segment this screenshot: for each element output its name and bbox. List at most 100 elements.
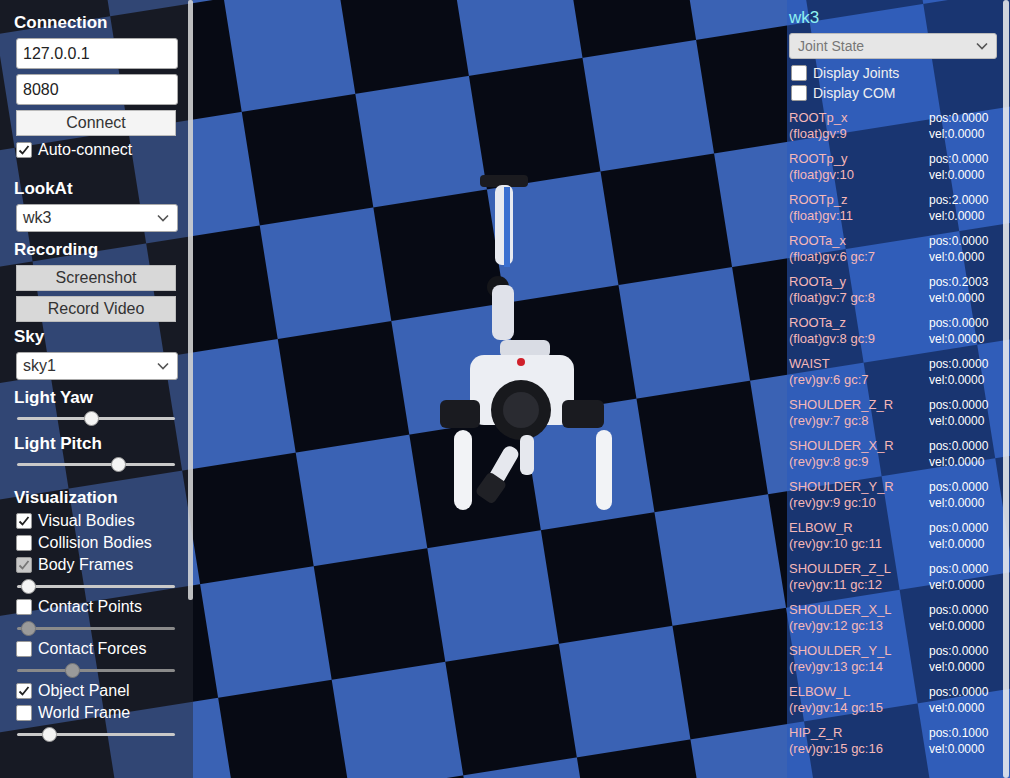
slider[interactable] [17,726,175,742]
lookat-select[interactable]: wk3 [16,204,178,232]
joint-vel: vel:0.0000 [929,331,988,347]
joint-vel: vel:0.0000 [929,700,988,716]
slider[interactable] [17,410,175,426]
joint-info: (rev)gv:12 gc:13 [789,618,929,634]
visualization-checkbox[interactable]: Collision Bodies [16,534,193,552]
connection-heading: Connection [14,13,193,33]
slider-thumb[interactable] [42,727,57,742]
joint-pos: pos:0.0000 [929,643,988,659]
checkbox[interactable] [16,142,32,158]
joint-name: ROOTp_y [789,151,929,167]
joint-info: (float)gv:6 gc:7 [789,249,929,265]
port-input[interactable] [16,74,178,105]
joint-name: SHOULDER_X_L [789,602,929,618]
joint-list: ROOTp_x (float)gv:9 pos:0.0000 vel:0.000… [789,109,998,765]
slider-thumb[interactable] [21,579,36,594]
joint-name: ELBOW_R [789,520,929,536]
scrollbar[interactable] [1003,0,1009,778]
joint-vel: vel:0.0000 [929,126,988,142]
joint-info: (rev)gv:6 gc:7 [789,372,929,388]
joint-pos: pos:0.0000 [929,356,988,372]
display-option-checkbox[interactable]: Display COM [791,85,998,101]
slider-thumb[interactable] [65,663,80,678]
joint-info: (rev)gv:8 gc:9 [789,454,929,470]
joint-row: ELBOW_L (rev)gv:14 gc:15 pos:0.0000 vel:… [789,683,998,724]
joint-row: HIP_Z_R (rev)gv:15 gc:16 pos:0.1000 vel:… [789,724,998,765]
joint-info: (rev)gv:7 gc:8 [789,413,929,429]
joint-row: ROOTa_z (float)gv:8 gc:9 pos:0.0000 vel:… [789,314,998,355]
view-select[interactable]: Joint State [789,33,997,59]
checkbox[interactable] [16,683,32,699]
checkbox[interactable] [16,535,32,551]
joint-vel: vel:0.0000 [929,208,988,224]
checkbox[interactable] [16,599,32,615]
joint-pos: pos:0.0000 [929,315,988,331]
joint-info: (float)gv:9 [789,126,929,142]
check-icon [17,143,31,157]
visualization-checkbox[interactable]: Body Frames [16,556,193,574]
joint-info: (float)gv:7 gc:8 [789,290,929,306]
scrollbar[interactable] [188,0,193,600]
checkbox[interactable] [791,85,807,101]
joint-row: SHOULDER_Z_L (rev)gv:11 gc:12 pos:0.0000… [789,560,998,601]
connect-button[interactable]: Connect [16,110,176,136]
lookat-heading: LookAt [14,179,193,199]
visualization-checkbox[interactable]: Object Panel [16,682,193,700]
joint-row: SHOULDER_Y_L (rev)gv:13 gc:14 pos:0.0000… [789,642,998,683]
checkbox[interactable] [16,513,32,529]
joint-name: ROOTa_y [789,274,929,290]
joint-info: (rev)gv:14 gc:15 [789,700,929,716]
joint-row: ELBOW_R (rev)gv:10 gc:11 pos:0.0000 vel:… [789,519,998,560]
joint-row: ROOTp_x (float)gv:9 pos:0.0000 vel:0.000… [789,109,998,150]
visualization-checkbox[interactable]: Contact Points [16,598,193,616]
checkbox[interactable] [16,641,32,657]
joint-vel: vel:0.0000 [929,413,988,429]
joint-pos: pos:2.0000 [929,192,988,208]
recording-button[interactable]: Record Video [16,296,176,322]
slider-thumb[interactable] [84,411,99,426]
joint-row: SHOULDER_X_R (rev)gv:8 gc:9 pos:0.0000 v… [789,437,998,478]
sky-heading: Sky [14,327,193,347]
joint-name: SHOULDER_X_R [789,438,929,454]
slider[interactable] [17,662,175,678]
joint-vel: vel:0.0000 [929,290,988,306]
display-option-checkbox[interactable]: Display Joints [791,65,998,81]
joint-row: ROOTa_y (float)gv:7 gc:8 pos:0.2003 vel:… [789,273,998,314]
joint-row: ROOTa_x (float)gv:6 gc:7 pos:0.0000 vel:… [789,232,998,273]
joint-pos: pos:0.0000 [929,397,988,413]
visualization-checkbox[interactable]: Visual Bodies [16,512,193,530]
chevron-down-icon [157,214,169,222]
joint-info: (float)gv:8 gc:9 [789,331,929,347]
sky-select[interactable]: sky1 [16,352,178,380]
joint-row: ROOTp_y (float)gv:10 pos:0.0000 vel:0.00… [789,150,998,191]
joint-name: SHOULDER_Z_R [789,397,929,413]
host-input[interactable] [16,38,178,69]
slider[interactable] [17,578,175,594]
joint-pos: pos:0.0000 [929,151,988,167]
recording-heading: Recording [14,240,193,260]
slider[interactable] [17,620,175,636]
checkbox[interactable] [16,557,32,573]
joint-vel: vel:0.0000 [929,372,988,388]
slider-thumb[interactable] [21,621,36,636]
joint-info: (rev)gv:13 gc:14 [789,659,929,675]
joint-name: HIP_Z_R [789,725,929,741]
checkbox[interactable] [791,65,807,81]
recording-button[interactable]: Screenshot [16,265,176,291]
auto-connect-checkbox[interactable]: Auto-connect [16,141,193,159]
slider-thumb[interactable] [111,457,126,472]
joint-info: (rev)gv:10 gc:11 [789,536,929,552]
joint-row: ROOTp_z (float)gv:11 pos:2.0000 vel:0.00… [789,191,998,232]
chevron-down-icon [157,362,169,370]
check-icon [17,684,31,698]
checkbox[interactable] [16,705,32,721]
joint-vel: vel:0.0000 [929,577,988,593]
joint-vel: vel:0.0000 [929,741,988,757]
visualization-checkbox[interactable]: Contact Forces [16,640,193,658]
chevron-down-icon [976,42,988,50]
slider[interactable] [17,456,175,472]
visualization-checkbox[interactable]: World Frame [16,704,193,722]
joint-name: WAIST [789,356,929,372]
joint-vel: vel:0.0000 [929,167,988,183]
joint-pos: pos:0.0000 [929,561,988,577]
